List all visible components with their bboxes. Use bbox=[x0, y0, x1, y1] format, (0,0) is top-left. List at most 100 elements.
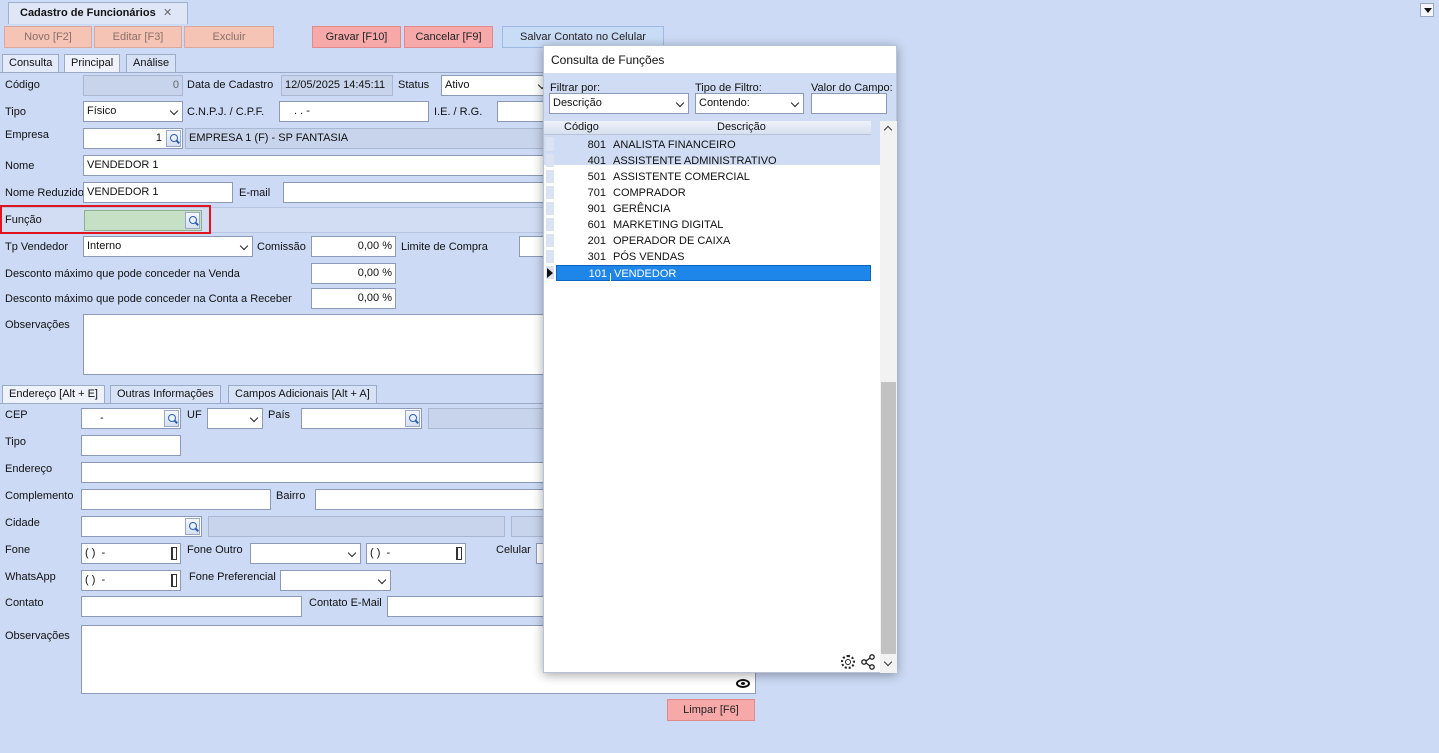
pais-field[interactable] bbox=[301, 408, 422, 429]
scroll-down-icon[interactable] bbox=[883, 657, 893, 667]
tipo-filtro-select[interactable]: Contendo: bbox=[695, 93, 804, 114]
magnifier-icon[interactable] bbox=[164, 410, 179, 427]
fone-outro-field[interactable]: ( ) - bbox=[366, 543, 466, 564]
row-code: 201 bbox=[587, 235, 606, 247]
tab-campos-adicionais[interactable]: Campos Adicionais [Alt + A] bbox=[228, 385, 377, 403]
status-select[interactable]: Ativo bbox=[441, 75, 551, 96]
table-row[interactable]: 901 GERÊNCIA bbox=[556, 201, 871, 217]
desc-conta-field[interactable]: 0,00 % bbox=[311, 288, 396, 309]
row-description: MARKETING DIGITAL bbox=[613, 219, 724, 231]
table-row[interactable]: 101 VENDEDOR bbox=[556, 265, 871, 281]
fone-outro-select[interactable] bbox=[250, 543, 361, 564]
scroll-up-icon[interactable] bbox=[883, 125, 893, 135]
complemento-field[interactable] bbox=[81, 489, 271, 510]
grid-scrollbar[interactable] bbox=[880, 121, 897, 673]
cidade-field[interactable] bbox=[81, 516, 202, 537]
observacoes-endereco-label: Observações bbox=[5, 630, 70, 642]
tab-analise[interactable]: Análise bbox=[126, 54, 177, 72]
table-row[interactable]: 801 ANALISTA FINANCEIRO bbox=[556, 137, 871, 153]
valor-campo-input[interactable] bbox=[811, 93, 887, 114]
fone-value: ( ) - bbox=[85, 547, 106, 559]
cep-field[interactable]: - bbox=[81, 408, 181, 429]
tab-principal[interactable]: Principal bbox=[64, 54, 121, 72]
row-description: VENDEDOR bbox=[614, 268, 677, 280]
nome-reduzido-field[interactable]: VENDEDOR 1 bbox=[83, 182, 233, 203]
tab-outras-informacoes[interactable]: Outras Informações bbox=[110, 385, 221, 403]
tp-vendedor-label: Tp Vendedor bbox=[5, 241, 68, 253]
grid-column-divider bbox=[610, 273, 611, 289]
table-row[interactable]: 301 PÓS VENDAS bbox=[556, 249, 871, 265]
novo-button[interactable]: Novo [F2] bbox=[4, 26, 92, 48]
comissao-field[interactable]: 0,00 % bbox=[311, 236, 396, 257]
tp-vendedor-select[interactable]: Interno bbox=[83, 236, 253, 257]
desc-venda-label: Desconto máximo que pode conceder na Ven… bbox=[5, 268, 240, 280]
nome-label: Nome bbox=[5, 160, 35, 172]
row-code: 101 bbox=[588, 268, 607, 280]
fone-pref-select[interactable] bbox=[280, 570, 391, 591]
desc-venda-field[interactable]: 0,00 % bbox=[311, 263, 396, 284]
endereco-label: Endereço bbox=[5, 463, 53, 475]
table-row[interactable]: 701 COMPRADOR bbox=[556, 185, 871, 201]
observacoes-textarea[interactable] bbox=[83, 314, 552, 375]
close-tab-icon[interactable]: ✕ bbox=[163, 6, 172, 19]
magnifier-icon[interactable] bbox=[166, 130, 181, 147]
filtrar-por-select[interactable]: Descrição bbox=[549, 93, 689, 114]
funcao-highlight-box bbox=[0, 205, 211, 234]
excluir-button[interactable]: Excluir bbox=[184, 26, 274, 48]
limpar-button[interactable]: Limpar [F6] bbox=[667, 699, 755, 721]
table-row[interactable]: 601 MARKETING DIGITAL bbox=[556, 217, 871, 233]
fone-label: Fone bbox=[5, 544, 31, 556]
row-description: ANALISTA FINANCEIRO bbox=[613, 139, 736, 151]
col-codigo-header[interactable]: Código bbox=[564, 121, 599, 133]
row-indicator bbox=[546, 234, 554, 247]
col-descricao-header[interactable]: Descrição bbox=[717, 121, 766, 133]
tipo-select[interactable]: Físico bbox=[83, 101, 183, 122]
grid-header: Código Descrição bbox=[544, 121, 871, 135]
scrollbar-thumb[interactable] bbox=[881, 382, 896, 654]
table-row[interactable]: 201 OPERADOR DE CAIXA bbox=[556, 233, 871, 249]
empresa-label: Empresa bbox=[5, 129, 50, 141]
window-tab[interactable]: Cadastro de Funcionários ✕ bbox=[8, 2, 188, 24]
data-cadastro-field: 12/05/2025 14:45:11 bbox=[281, 75, 393, 96]
nome-reduzido-label: Nome Reduzido bbox=[5, 187, 84, 199]
complemento-label: Complemento bbox=[5, 490, 74, 502]
table-row[interactable]: 401 ASSISTENTE ADMINISTRATIVO bbox=[556, 153, 871, 169]
tipo-endereco-field[interactable] bbox=[81, 435, 181, 456]
nome-field[interactable]: VENDEDOR 1 bbox=[83, 155, 552, 176]
table-row[interactable]: 501 ASSISTENTE COMERCIAL bbox=[556, 169, 871, 185]
tab-consulta[interactable]: Consulta bbox=[2, 54, 60, 72]
cancelar-button[interactable]: Cancelar [F9] bbox=[404, 26, 493, 48]
row-description: GERÊNCIA bbox=[613, 203, 671, 215]
data-cadastro-label: Data de Cadastro bbox=[187, 79, 274, 91]
empresa-code-field[interactable]: 1 bbox=[83, 128, 183, 149]
cep-value: - bbox=[100, 412, 104, 424]
editar-button[interactable]: Editar [F3] bbox=[94, 26, 182, 48]
eye-icon[interactable] bbox=[736, 679, 750, 688]
email-field[interactable] bbox=[283, 182, 552, 203]
empresa-name-field: EMPRESA 1 (F) - SP FANTASIA bbox=[185, 128, 552, 149]
top-dropdown-button[interactable] bbox=[1420, 3, 1434, 17]
gravar-button[interactable]: Gravar [F10] bbox=[312, 26, 401, 48]
contato-field[interactable] bbox=[81, 596, 302, 617]
contato-email-field[interactable] bbox=[387, 596, 552, 617]
whatsapp-field[interactable]: ( ) - bbox=[81, 570, 181, 591]
codigo-field: 0 bbox=[83, 75, 183, 96]
uf-select[interactable] bbox=[207, 408, 263, 429]
phone-mask-icon bbox=[456, 547, 462, 560]
row-indicator bbox=[546, 218, 554, 231]
fone-field[interactable]: ( ) - bbox=[81, 543, 181, 564]
contato-email-label: Contato E-Mail bbox=[309, 597, 382, 609]
magnifier-icon[interactable] bbox=[405, 410, 420, 427]
magnifier-icon[interactable] bbox=[185, 518, 200, 535]
tab-endereco[interactable]: Endereço [Alt + E] bbox=[2, 385, 105, 403]
bairro-field[interactable] bbox=[315, 489, 552, 510]
gear-icon[interactable] bbox=[841, 655, 855, 669]
cnpj-field[interactable]: . . - bbox=[279, 101, 429, 122]
endereco-field[interactable] bbox=[81, 462, 552, 483]
bairro-label: Bairro bbox=[276, 490, 306, 502]
row-description: COMPRADOR bbox=[613, 187, 686, 199]
tipo-endereco-label: Tipo bbox=[5, 436, 26, 448]
row-indicator bbox=[546, 202, 554, 215]
share-icon[interactable] bbox=[860, 654, 876, 670]
grid-body: 801 ANALISTA FINANCEIRO 401 ASSISTENTE ADMI… bbox=[544, 137, 871, 667]
